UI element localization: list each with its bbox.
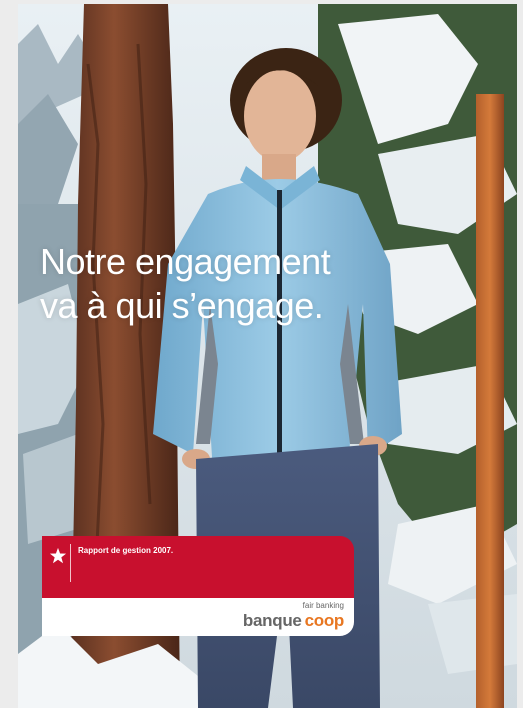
brand-tagline: fair banking xyxy=(302,601,344,610)
report-title: Rapport de gestion 2007. xyxy=(78,546,174,555)
card-divider xyxy=(70,544,71,582)
brand-logo: banque coop xyxy=(243,611,344,631)
cover-headline: Notre engagement va à qui s’engage. xyxy=(40,240,331,328)
star-logo-icon xyxy=(49,547,67,564)
headline-line-1: Notre engagement xyxy=(40,241,331,282)
brand-name-banque: banque xyxy=(242,611,302,630)
headline-line-2: va à qui s’engage. xyxy=(40,285,324,326)
report-title-card: Rapport de gestion 2007. fair banking ba… xyxy=(42,536,354,636)
report-cover: Notre engagement va à qui s’engage. Rapp… xyxy=(18,4,517,708)
brand-name-coop: coop xyxy=(304,611,345,630)
